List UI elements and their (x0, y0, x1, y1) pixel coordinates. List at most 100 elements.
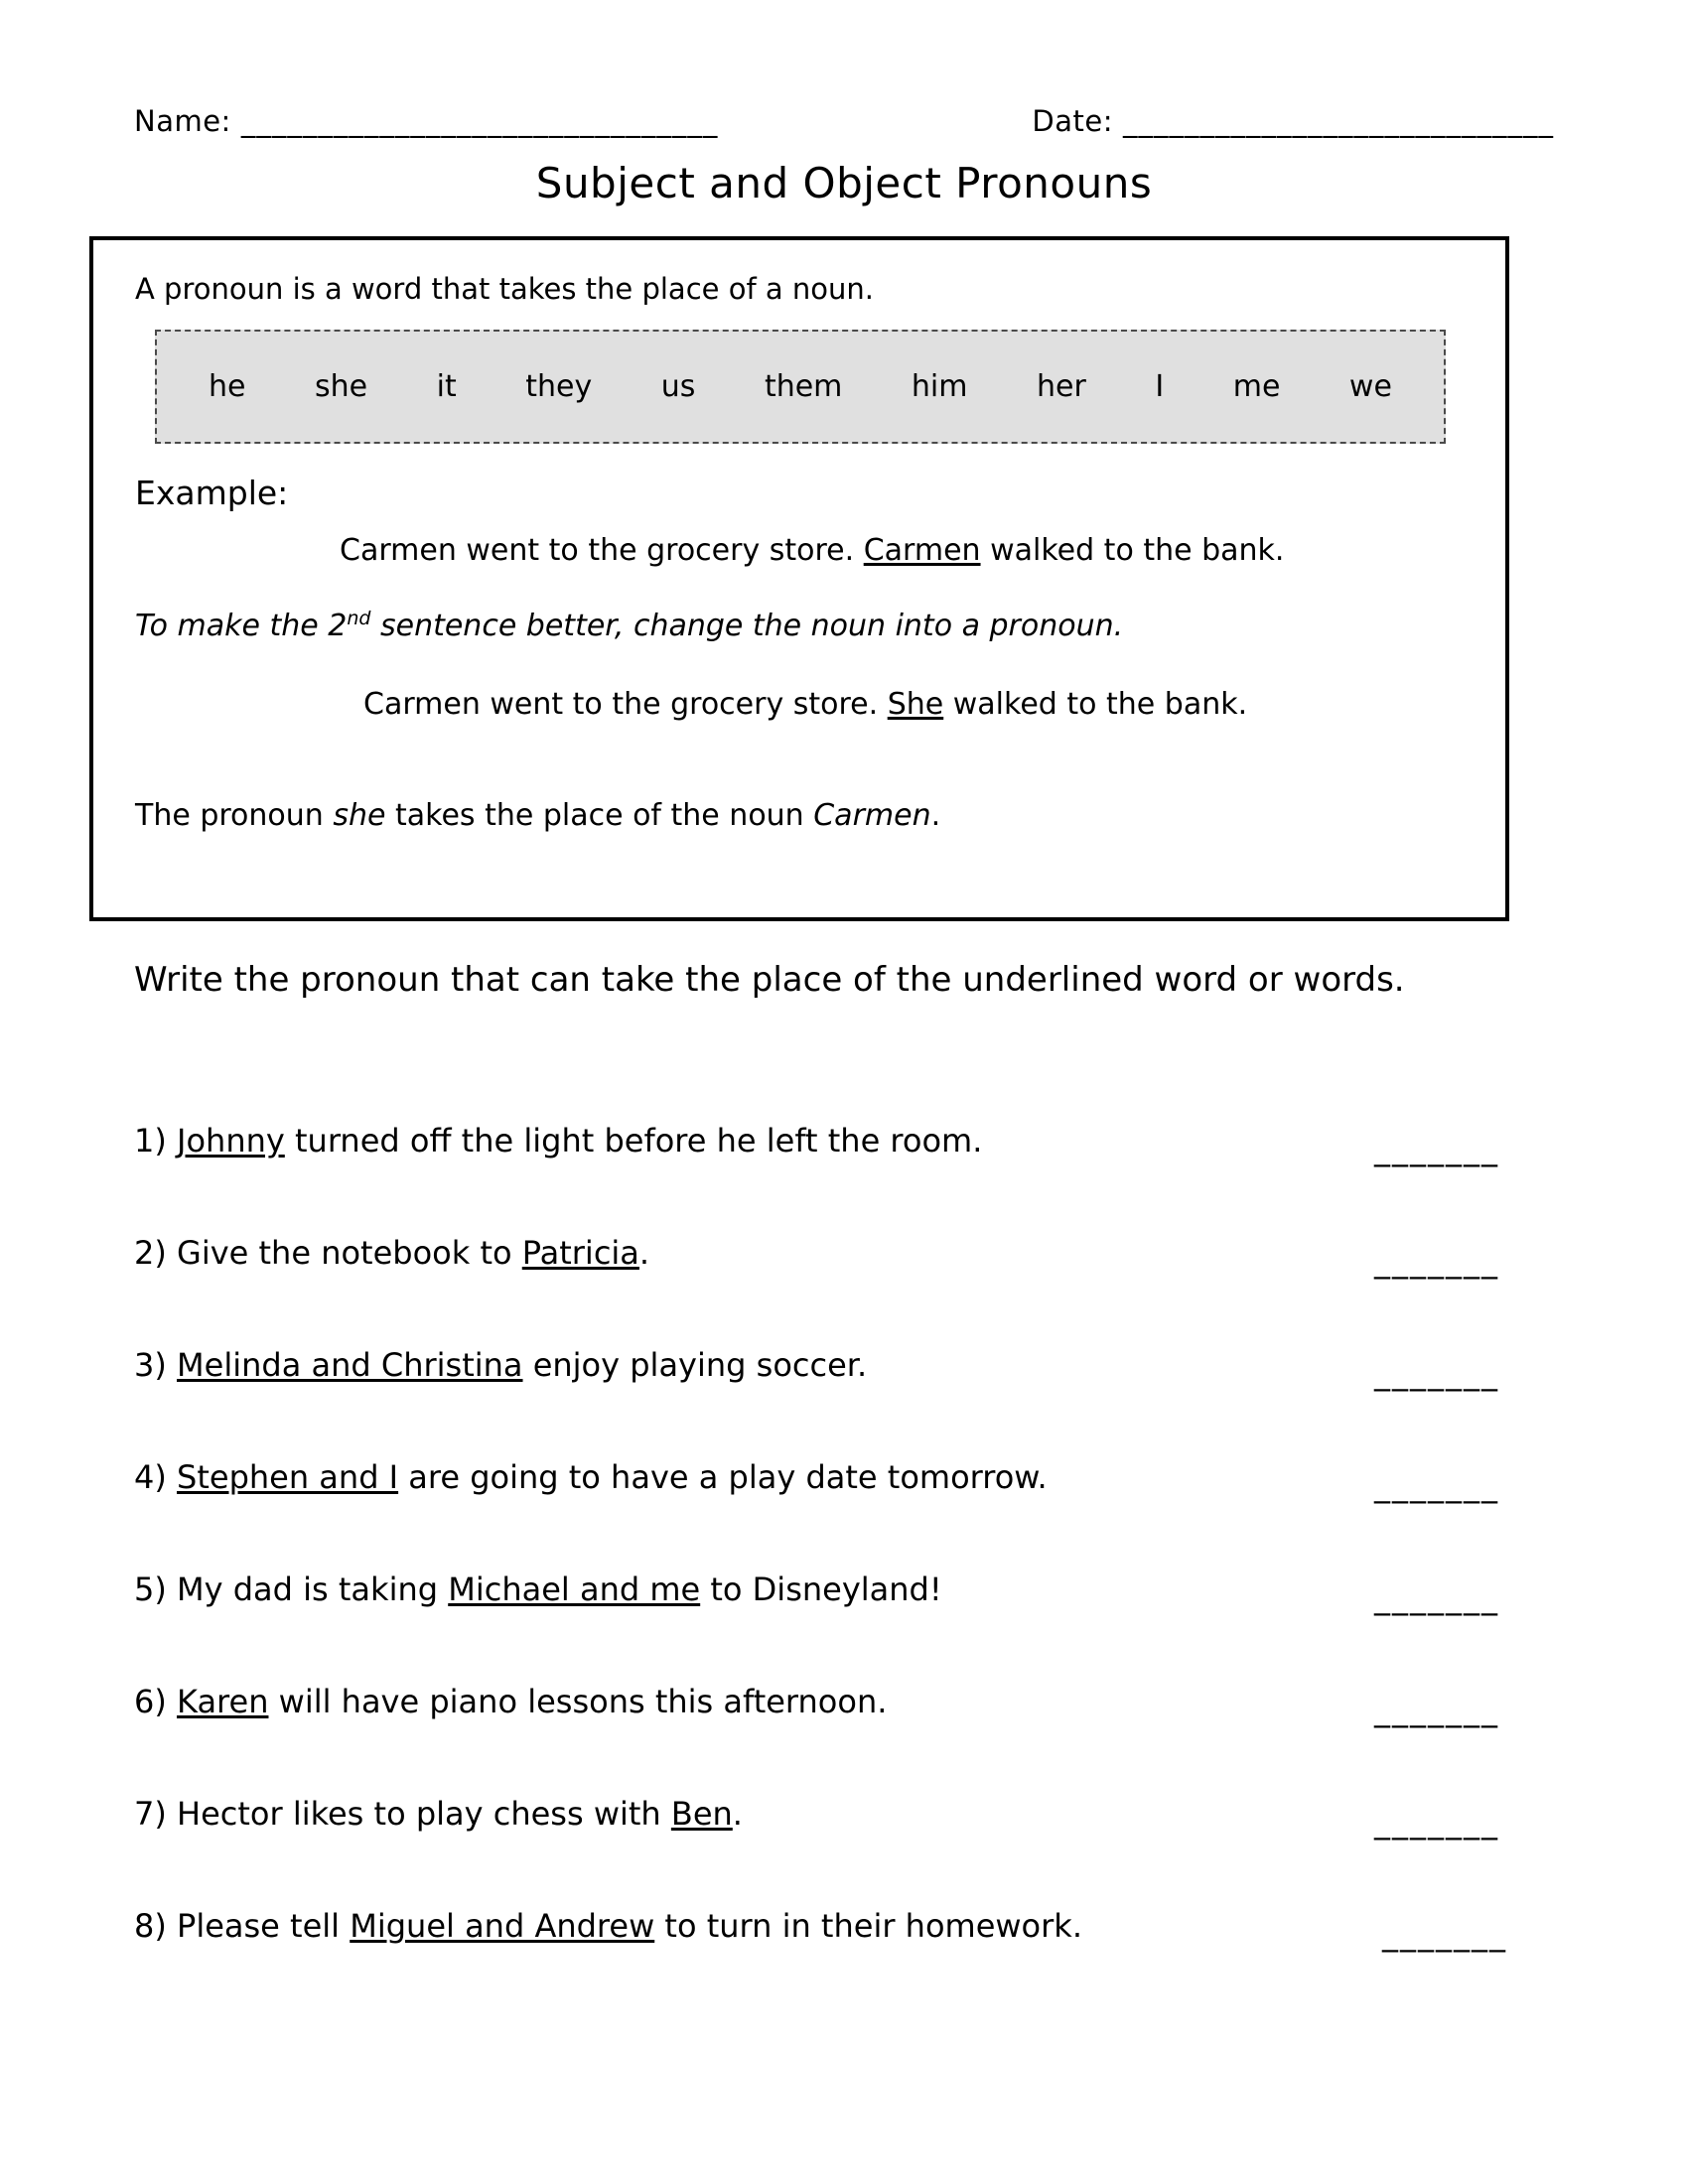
question-text: 8) Please tell Miguel and Andrew to turn… (134, 1907, 1082, 1945)
question-underlined-words: Michael and me (448, 1570, 701, 1608)
question-number: 1) (134, 1122, 167, 1160)
question-row: 1) Johnny turned off the light before he… (134, 1122, 1499, 1234)
question-pre-text: Please tell (166, 1907, 351, 1945)
page-title: Subject and Object Pronouns (535, 159, 1153, 207)
question-number: 2) (134, 1234, 167, 1272)
question-underlined-words: Johnny (177, 1122, 285, 1160)
question-text: 1) Johnny turned off the light before he… (134, 1122, 982, 1160)
date-blank[interactable]: ____________________________ (1123, 104, 1554, 138)
question-row: 6) Karen will have piano lessons this af… (134, 1683, 1499, 1795)
question-underlined-words: Miguel and Andrew (350, 1907, 655, 1945)
pronoun-word: they (525, 369, 593, 404)
answer-blank[interactable]: _______ (1374, 1803, 1499, 1841)
explanation-part-2: takes the place of the noun (385, 798, 814, 833)
question-pre-text (167, 1122, 177, 1160)
pronoun-word: she (315, 369, 368, 404)
question-pre-text (167, 1458, 177, 1496)
questions-list: 1) Johnny turned off the light before he… (134, 1122, 1505, 2019)
question-pre-text (167, 1346, 177, 1384)
question-text: 3) Melinda and Christina enjoy playing s… (134, 1346, 867, 1384)
example-explanation: The pronoun she takes the place of the n… (135, 798, 940, 833)
question-row: 3) Melinda and Christina enjoy playing s… (134, 1346, 1499, 1458)
note-text-before: To make the 2 (135, 609, 348, 643)
info-box: A pronoun is a word that takes the place… (89, 236, 1509, 921)
pronoun-word: them (764, 369, 843, 404)
answer-blank[interactable]: _______ (1374, 1691, 1499, 1728)
answer-blank[interactable]: _______ (1374, 1242, 1499, 1280)
explanation-part-1: The pronoun (135, 798, 334, 833)
example-text-before: Carmen went to the grocery store. (340, 533, 864, 568)
note-ordinal-suffix: nd (347, 608, 371, 629)
question-number: 4) (134, 1458, 167, 1496)
pronoun-word: me (1232, 369, 1281, 404)
question-number: 8) (134, 1907, 167, 1945)
note-text-after: sentence better, change the noun into a … (370, 609, 1124, 643)
question-number: 7) (134, 1795, 167, 1833)
question-number: 6) (134, 1683, 167, 1720)
header-row: Name: _______________________________ Da… (134, 104, 1554, 138)
name-label: Name: (134, 104, 231, 138)
pronoun-word: I (1155, 369, 1165, 404)
pronoun-word: us (660, 369, 696, 404)
name-field: Name: _______________________________ (134, 104, 718, 138)
pronoun-word: her (1037, 369, 1086, 404)
explanation-part-3: . (930, 798, 941, 833)
example-underlined-noun: Carmen (863, 533, 981, 568)
question-post-text: will have piano lessons this afternoon. (268, 1683, 888, 1720)
question-text: 7) Hector likes to play chess with Ben. (134, 1795, 743, 1833)
question-pre-text: Give the notebook to (166, 1234, 522, 1272)
question-underlined-words: Ben (670, 1795, 733, 1833)
question-row: 8) Please tell Miguel and Andrew to turn… (134, 1907, 1505, 2019)
answer-blank[interactable]: _______ (1374, 1578, 1499, 1616)
directions-text: Write the pronoun that can take the plac… (134, 960, 1405, 1000)
question-post-text: . (732, 1795, 743, 1833)
example-text-after: walked to the bank. (980, 533, 1285, 568)
question-underlined-words: Karen (177, 1683, 269, 1720)
question-underlined-words: Patricia (521, 1234, 639, 1272)
question-text: 4) Stephen and I are going to have a pla… (134, 1458, 1048, 1496)
example-label: Example: (135, 474, 289, 512)
question-underlined-words: Melinda and Christina (177, 1346, 523, 1384)
question-post-text: to turn in their homework. (654, 1907, 1082, 1945)
question-post-text: enjoy playing soccer. (522, 1346, 868, 1384)
explanation-noun: Carmen (813, 798, 931, 833)
pronoun-word: him (911, 369, 968, 404)
answer-blank[interactable]: _______ (1374, 1354, 1499, 1392)
worksheet-page: Name: _______________________________ Da… (0, 0, 1688, 2184)
example-sentence-original: Carmen went to the grocery store. Carmen… (340, 533, 1284, 568)
pronoun-word: he (209, 369, 246, 404)
question-text: 2) Give the notebook to Patricia. (134, 1234, 649, 1272)
question-row: 5) My dad is taking Michael and me to Di… (134, 1570, 1499, 1683)
name-blank[interactable]: _______________________________ (241, 104, 719, 138)
example-revised-before: Carmen went to the grocery store. (363, 687, 888, 722)
question-text: 6) Karen will have piano lessons this af… (134, 1683, 887, 1720)
example-sentence-revised: Carmen went to the grocery store. She wa… (363, 687, 1247, 722)
question-row: 2) Give the notebook to Patricia. ______… (134, 1234, 1499, 1346)
pronoun-definition: A pronoun is a word that takes the place… (135, 272, 874, 306)
example-underlined-pronoun: She (887, 687, 944, 722)
date-label: Date: (1032, 104, 1113, 138)
question-number: 5) (134, 1570, 167, 1608)
question-post-text: turned off the light before he left the … (284, 1122, 983, 1160)
question-post-text: to Disneyland! (700, 1570, 942, 1608)
question-post-text: . (638, 1234, 650, 1272)
example-revised-after: walked to the bank. (943, 687, 1248, 722)
explanation-pronoun: she (333, 798, 386, 833)
pronoun-word: we (1348, 369, 1392, 404)
question-pre-text: My dad is taking (166, 1570, 449, 1608)
pronoun-word-bank: he she it they us them him her I me we (155, 330, 1446, 444)
question-number: 3) (134, 1346, 167, 1384)
answer-blank[interactable]: _______ (1374, 1466, 1499, 1504)
example-note: To make the 2nd sentence better, change … (135, 608, 1123, 643)
question-pre-text: Hector likes to play chess with (166, 1795, 671, 1833)
date-field: Date: ____________________________ (1032, 104, 1554, 138)
question-pre-text (167, 1683, 177, 1720)
question-row: 4) Stephen and I are going to have a pla… (134, 1458, 1499, 1570)
pronoun-word: it (436, 369, 457, 404)
answer-blank[interactable]: _______ (1374, 1130, 1499, 1167)
question-row: 7) Hector likes to play chess with Ben. … (134, 1795, 1499, 1907)
question-post-text: are going to have a play date tomorrow. (398, 1458, 1048, 1496)
question-underlined-words: Stephen and I (177, 1458, 399, 1496)
answer-blank[interactable]: _______ (1382, 1915, 1507, 1953)
question-text: 5) My dad is taking Michael and me to Di… (134, 1570, 942, 1608)
